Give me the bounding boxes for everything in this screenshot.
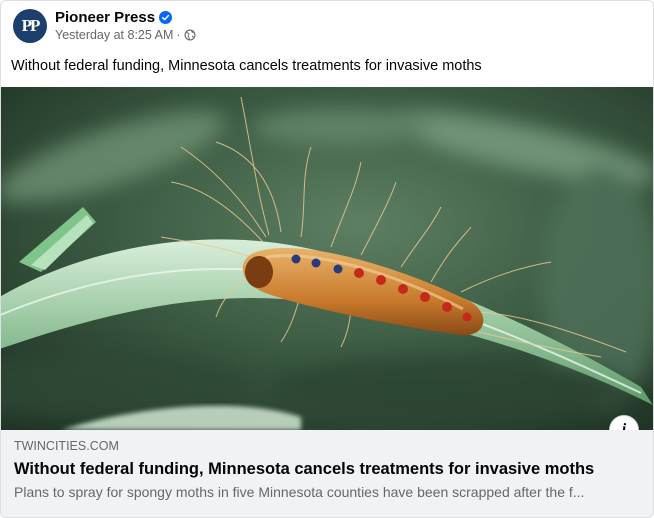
name-row: Pioneer Press: [55, 9, 196, 27]
meta-row: Yesterday at 8:25 AM ·: [55, 27, 196, 44]
link-description: Plans to spray for spongy moths in five …: [14, 484, 585, 500]
post-header: PP Pioneer Press Yesterday at 8:25 AM ·: [13, 6, 196, 46]
page-avatar[interactable]: PP: [13, 9, 47, 43]
facebook-post-card: PP Pioneer Press Yesterday at 8:25 AM ·: [0, 0, 654, 518]
globe-icon[interactable]: [184, 29, 196, 41]
verified-badge-icon: [159, 11, 173, 24]
separator-dot: ·: [176, 28, 181, 42]
link-preview-image[interactable]: [1, 87, 653, 430]
link-preview-card[interactable]: TWINCITIES.COM Without federal funding, …: [1, 430, 653, 517]
link-title[interactable]: Without federal funding, Minnesota cance…: [14, 460, 594, 479]
header-text: Pioneer Press Yesterday at 8:25 AM ·: [55, 9, 196, 44]
post-timestamp[interactable]: Yesterday at 8:25 AM: [55, 28, 173, 42]
link-domain: TWINCITIES.COM: [14, 439, 119, 453]
post-message: Without federal funding, Minnesota cance…: [11, 58, 482, 74]
page-name-link[interactable]: Pioneer Press: [55, 9, 155, 26]
